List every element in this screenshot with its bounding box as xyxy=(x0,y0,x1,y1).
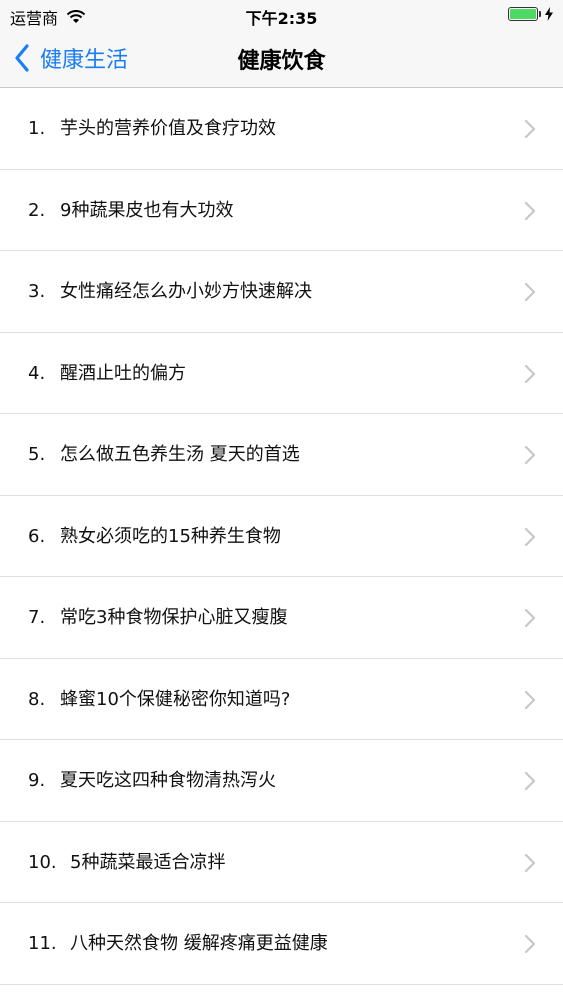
chevron-right-icon xyxy=(524,527,536,546)
list-item-number: 4. xyxy=(28,362,46,384)
list-item-number: 3. xyxy=(28,281,46,302)
list-item-title: 女性痛经怎么办小妙方快速解决 xyxy=(60,281,312,302)
chevron-right-icon xyxy=(524,771,536,791)
chevron-right-icon xyxy=(524,201,536,220)
list-item-title: 蜂蜜10个保健秘密你知道吗? xyxy=(60,688,291,710)
battery-cap xyxy=(539,11,541,17)
list-item[interactable]: 10. 5种蔬菜最适合凉拌 xyxy=(0,822,563,903)
battery-icon xyxy=(508,7,538,21)
list-item-number: 8. xyxy=(28,688,46,710)
list-item-number: 6. xyxy=(28,525,46,547)
list-item-title: 9种蔬果皮也有大功效 xyxy=(60,199,234,221)
list-item-number: 2. xyxy=(28,199,46,221)
list-item-number: 7. xyxy=(28,607,46,628)
list-item-title: 夏天吃这四种食物清热泻火 xyxy=(60,770,276,791)
list-item-title: 醒酒止吐的偏方 xyxy=(60,362,186,384)
chevron-right-icon xyxy=(524,445,536,465)
list-item[interactable]: 1. 芋头的营养价值及食疗功效 xyxy=(0,88,563,170)
list-item[interactable]: 11. 八种天然食物 缓解疼痛更益健康 xyxy=(0,903,563,985)
status-right xyxy=(508,7,553,21)
status-bar: 运营商 下午2:35 xyxy=(0,0,563,30)
list-item-number: 5. xyxy=(28,444,46,465)
chevron-right-icon xyxy=(524,608,536,628)
list-item[interactable]: 5. 怎么做五色养生汤 夏天的首选 xyxy=(0,414,563,496)
list-item-number: 10. xyxy=(28,851,57,873)
chevron-right-icon xyxy=(524,690,536,709)
list-item[interactable]: 7. 常吃3种食物保护心脏又瘦腹 xyxy=(0,577,563,659)
list-item-title: 常吃3种食物保护心脏又瘦腹 xyxy=(60,607,288,628)
chevron-right-icon xyxy=(524,282,536,302)
charging-bolt-icon xyxy=(545,7,553,21)
chevron-right-icon xyxy=(524,119,536,139)
page-title: 健康饮食 xyxy=(237,49,326,74)
navigation-bar: 健康生活 健康饮食 xyxy=(0,30,563,88)
list-item[interactable]: 8. 蜂蜜10个保健秘密你知道吗? xyxy=(0,659,563,740)
list-item[interactable]: 4. 醒酒止吐的偏方 xyxy=(0,333,563,414)
list-item-number: 9. xyxy=(28,770,46,791)
chevron-right-icon xyxy=(524,934,536,954)
list-item-title: 5种蔬菜最适合凉拌 xyxy=(70,851,226,873)
list-item-title: 八种天然食物 缓解疼痛更益健康 xyxy=(70,933,328,954)
chevron-right-icon xyxy=(524,853,536,872)
list-item[interactable]: 2. 9种蔬果皮也有大功效 xyxy=(0,170,563,251)
status-time: 下午2:35 xyxy=(245,9,318,28)
list-item-title: 芋头的营养价值及食疗功效 xyxy=(60,118,276,139)
battery-fill xyxy=(510,9,536,19)
list-item[interactable]: 3. 女性痛经怎么办小妙方快速解决 xyxy=(0,251,563,333)
list-item-number: 1. xyxy=(28,118,46,139)
list-item[interactable]: 6. 熟女必须吃的15种养生食物 xyxy=(0,496,563,577)
article-list: 1. 芋头的营养价值及食疗功效 2. 9种蔬果皮也有大功效 3. 女性痛经怎么办… xyxy=(0,88,563,985)
chevron-right-icon xyxy=(524,364,536,383)
list-item-title: 熟女必须吃的15种养生食物 xyxy=(60,525,281,547)
list-item-title: 怎么做五色养生汤 夏天的首选 xyxy=(60,444,300,465)
list-item[interactable]: 9. 夏天吃这四种食物清热泻火 xyxy=(0,740,563,822)
list-item-number: 11. xyxy=(28,933,57,954)
